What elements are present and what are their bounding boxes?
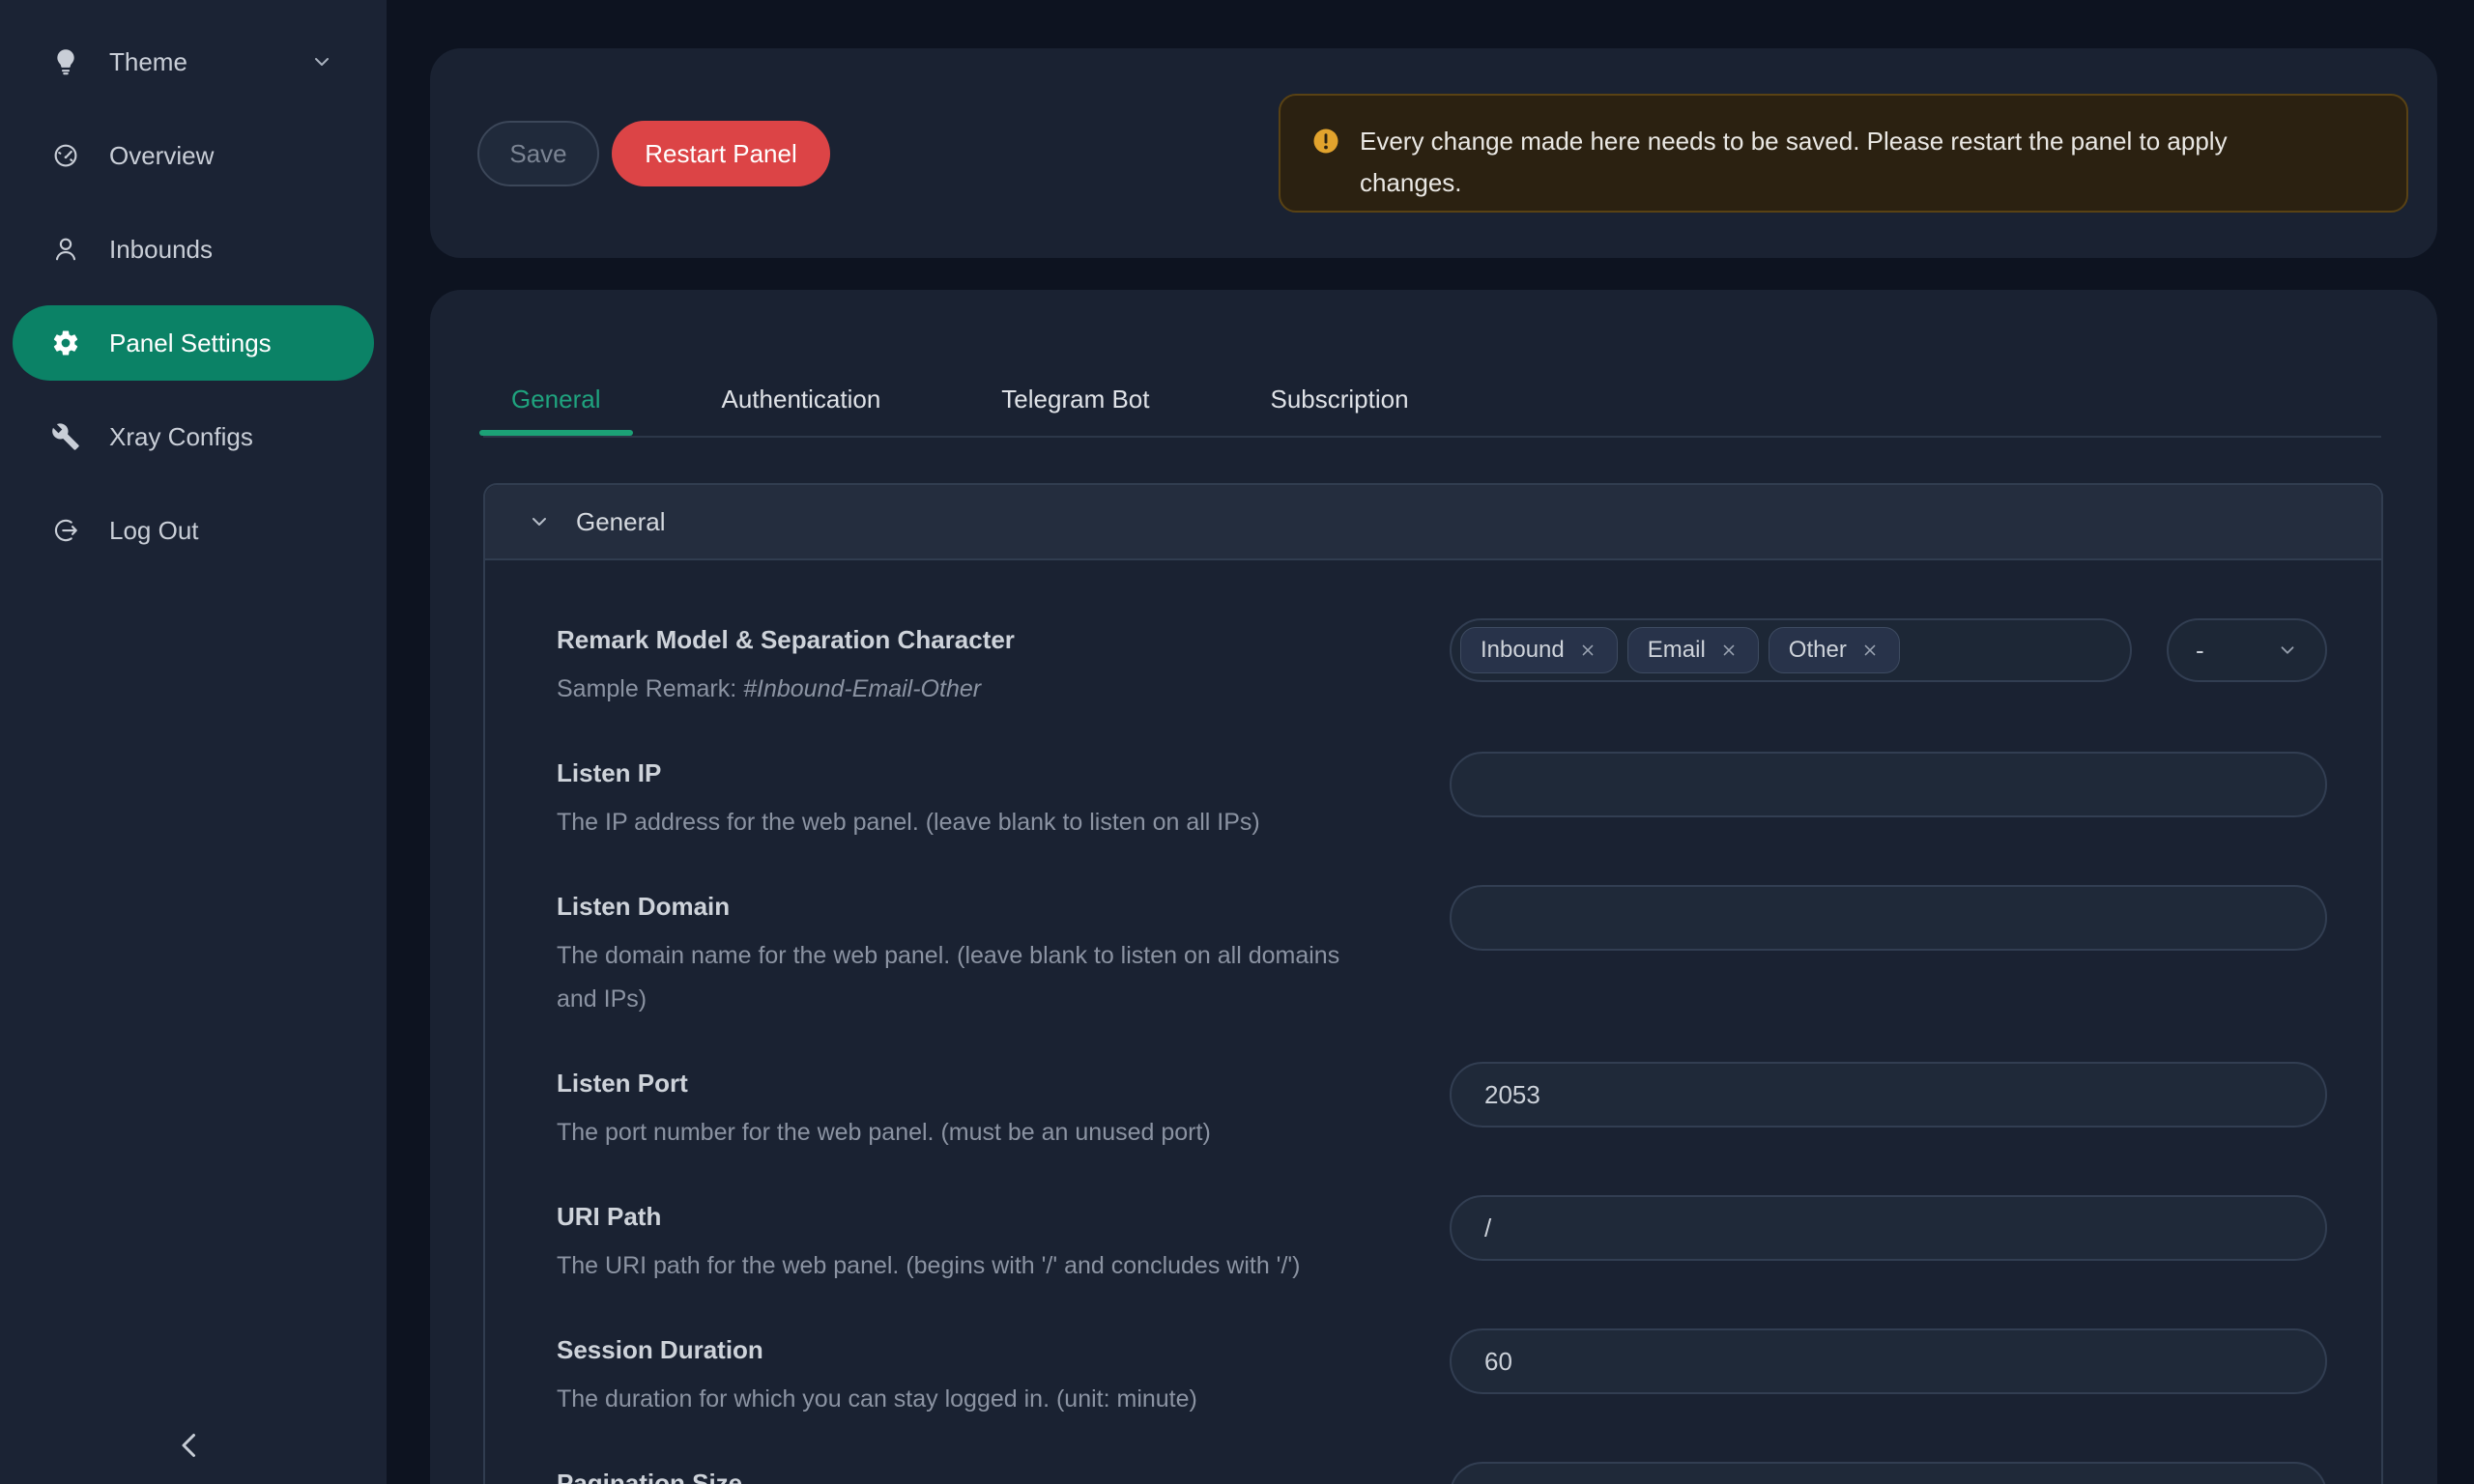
- logout-icon: [51, 516, 80, 545]
- general-collapse-panel: General Remark Model & Separation Charac…: [483, 483, 2383, 1484]
- bulb-icon: [51, 47, 80, 76]
- field-row-listen-domain: Listen Domain The domain name for the web…: [557, 887, 2327, 1021]
- sidebar-item-overview[interactable]: Overview: [13, 118, 374, 193]
- field-label: Session Duration: [557, 1330, 1426, 1369]
- field-description: The IP address for the web panel. (leave…: [557, 801, 1426, 844]
- sidebar-item-inbounds[interactable]: Inbounds: [13, 212, 374, 287]
- tabs-divider: [483, 436, 2381, 438]
- session-duration-input[interactable]: [1450, 1328, 2327, 1394]
- sample-remark-value: #Inbound-Email-Other: [743, 675, 981, 702]
- field-control: Inbound Email Other -: [1450, 618, 2327, 711]
- field-control: [1450, 1462, 2327, 1484]
- tag-label: Inbound: [1481, 637, 1565, 664]
- tag-inbound: Inbound: [1460, 627, 1618, 673]
- field-row-listen-ip: Listen IP The IP address for the web pane…: [557, 754, 2327, 844]
- sidebar-item-log-out[interactable]: Log Out: [13, 493, 374, 568]
- field-description: Sample Remark: #Inbound-Email-Other: [557, 668, 1426, 711]
- field-row-pagination-size: Pagination Size: [557, 1464, 2327, 1484]
- tag-other: Other: [1769, 627, 1900, 673]
- field-label: URI Path: [557, 1197, 1426, 1236]
- save-button[interactable]: Save: [477, 121, 599, 186]
- general-section-header[interactable]: General: [485, 485, 2381, 560]
- tag-email: Email: [1627, 627, 1759, 673]
- sidebar-item-label: Log Out: [109, 516, 199, 546]
- field-text: URI Path The URI path for the web panel. …: [557, 1197, 1426, 1288]
- listen-ip-input[interactable]: [1450, 752, 2327, 817]
- field-description: The port number for the web panel. (must…: [557, 1111, 1426, 1155]
- separator-select[interactable]: -: [2167, 618, 2327, 682]
- sidebar: Theme Overview Inbounds Panel Settings Xray …: [0, 0, 387, 1484]
- field-row-remark-model-separation-character: Remark Model & Separation Character Sampl…: [557, 620, 2327, 711]
- sidebar-collapse-button[interactable]: [172, 1428, 211, 1467]
- tab-general[interactable]: General: [479, 368, 633, 430]
- field-label: Listen Port: [557, 1064, 1426, 1102]
- field-description: The domain name for the web panel. (leav…: [557, 934, 1366, 1021]
- field-text: Listen Port The port number for the web p…: [557, 1064, 1426, 1155]
- uri-path-input[interactable]: [1450, 1195, 2327, 1261]
- separator-value: -: [2196, 636, 2204, 666]
- field-row-listen-port: Listen Port The port number for the web p…: [557, 1064, 2327, 1155]
- sidebar-item-theme[interactable]: Theme: [13, 24, 374, 100]
- tag-label: Other: [1789, 637, 1847, 664]
- field-label: Listen Domain: [557, 887, 1426, 926]
- listen-port-input[interactable]: [1450, 1062, 2327, 1127]
- sidebar-item-panel-settings[interactable]: Panel Settings: [13, 305, 374, 381]
- field-text: Remark Model & Separation Character Sampl…: [557, 620, 1426, 711]
- sidebar-item-label: Panel Settings: [109, 328, 272, 358]
- dashboard-icon: [51, 141, 80, 170]
- wrench-icon: [51, 422, 80, 451]
- settings-tabs: General Authentication Telegram Bot Subscri…: [479, 368, 1441, 430]
- pagination-size-input[interactable]: [1450, 1462, 2327, 1484]
- field-control: [1450, 1328, 2327, 1421]
- remark-model-multiselect[interactable]: Inbound Email Other: [1450, 618, 2132, 682]
- field-row-session-duration: Session Duration The duration for which y…: [557, 1330, 2327, 1421]
- remark-model-control: Inbound Email Other -: [1450, 618, 2327, 682]
- field-control: [1450, 752, 2327, 844]
- restart-panel-button[interactable]: Restart Panel: [612, 121, 830, 186]
- listen-domain-input[interactable]: [1450, 885, 2327, 951]
- field-text: Pagination Size: [557, 1464, 1426, 1484]
- field-control: [1450, 885, 2327, 1021]
- main-content: Save Restart Panel Every change made her…: [387, 0, 2474, 1484]
- tag-label: Email: [1648, 637, 1706, 664]
- user-icon: [51, 235, 80, 264]
- gear-icon: [51, 328, 80, 357]
- field-label: Remark Model & Separation Character: [557, 620, 1426, 659]
- field-row-uri-path: URI Path The URI path for the web panel. …: [557, 1197, 2327, 1288]
- field-label: Pagination Size: [557, 1464, 1426, 1484]
- sidebar-item-xray-configs[interactable]: Xray Configs: [13, 399, 374, 474]
- sidebar-item-label: Xray Configs: [109, 422, 253, 452]
- tab-telegram-bot[interactable]: Telegram Bot: [969, 368, 1181, 430]
- toolbar-card: Save Restart Panel Every change made her…: [430, 48, 2437, 258]
- warning-icon: [1311, 127, 1340, 156]
- chevron-down-icon: [528, 510, 551, 533]
- field-text: Listen Domain The domain name for the web…: [557, 887, 1426, 1021]
- chevron-down-icon: [310, 50, 333, 73]
- field-control: [1450, 1062, 2327, 1155]
- general-section-body: Remark Model & Separation Character Sampl…: [485, 560, 2381, 1484]
- field-label: Listen IP: [557, 754, 1426, 792]
- field-control: [1450, 1195, 2327, 1288]
- settings-card: General Authentication Telegram Bot Subscri…: [430, 290, 2437, 1484]
- chevron-down-icon: [2277, 640, 2298, 661]
- tab-subscription[interactable]: Subscription: [1238, 368, 1440, 430]
- field-description: The URI path for the web panel. (begins …: [557, 1244, 1426, 1288]
- sidebar-item-label: Overview: [109, 141, 214, 171]
- alert-message: Every change made here needs to be saved…: [1360, 121, 2336, 204]
- field-text: Listen IP The IP address for the web pane…: [557, 754, 1426, 844]
- remove-tag-icon[interactable]: [1860, 641, 1880, 660]
- field-text: Session Duration The duration for which y…: [557, 1330, 1426, 1421]
- chevron-left-icon: [172, 1450, 207, 1467]
- remove-tag-icon[interactable]: [1719, 641, 1739, 660]
- sidebar-item-label: Inbounds: [109, 235, 213, 265]
- restart-warning-alert: Every change made here needs to be saved…: [1279, 94, 2408, 213]
- section-title: General: [576, 507, 666, 537]
- field-description: The duration for which you can stay logg…: [557, 1378, 1426, 1421]
- sidebar-item-label: Theme: [109, 47, 187, 77]
- sidebar-nav: Theme Overview Inbounds Panel Settings Xray …: [0, 0, 387, 568]
- tab-authentication[interactable]: Authentication: [690, 368, 913, 430]
- remove-tag-icon[interactable]: [1578, 641, 1597, 660]
